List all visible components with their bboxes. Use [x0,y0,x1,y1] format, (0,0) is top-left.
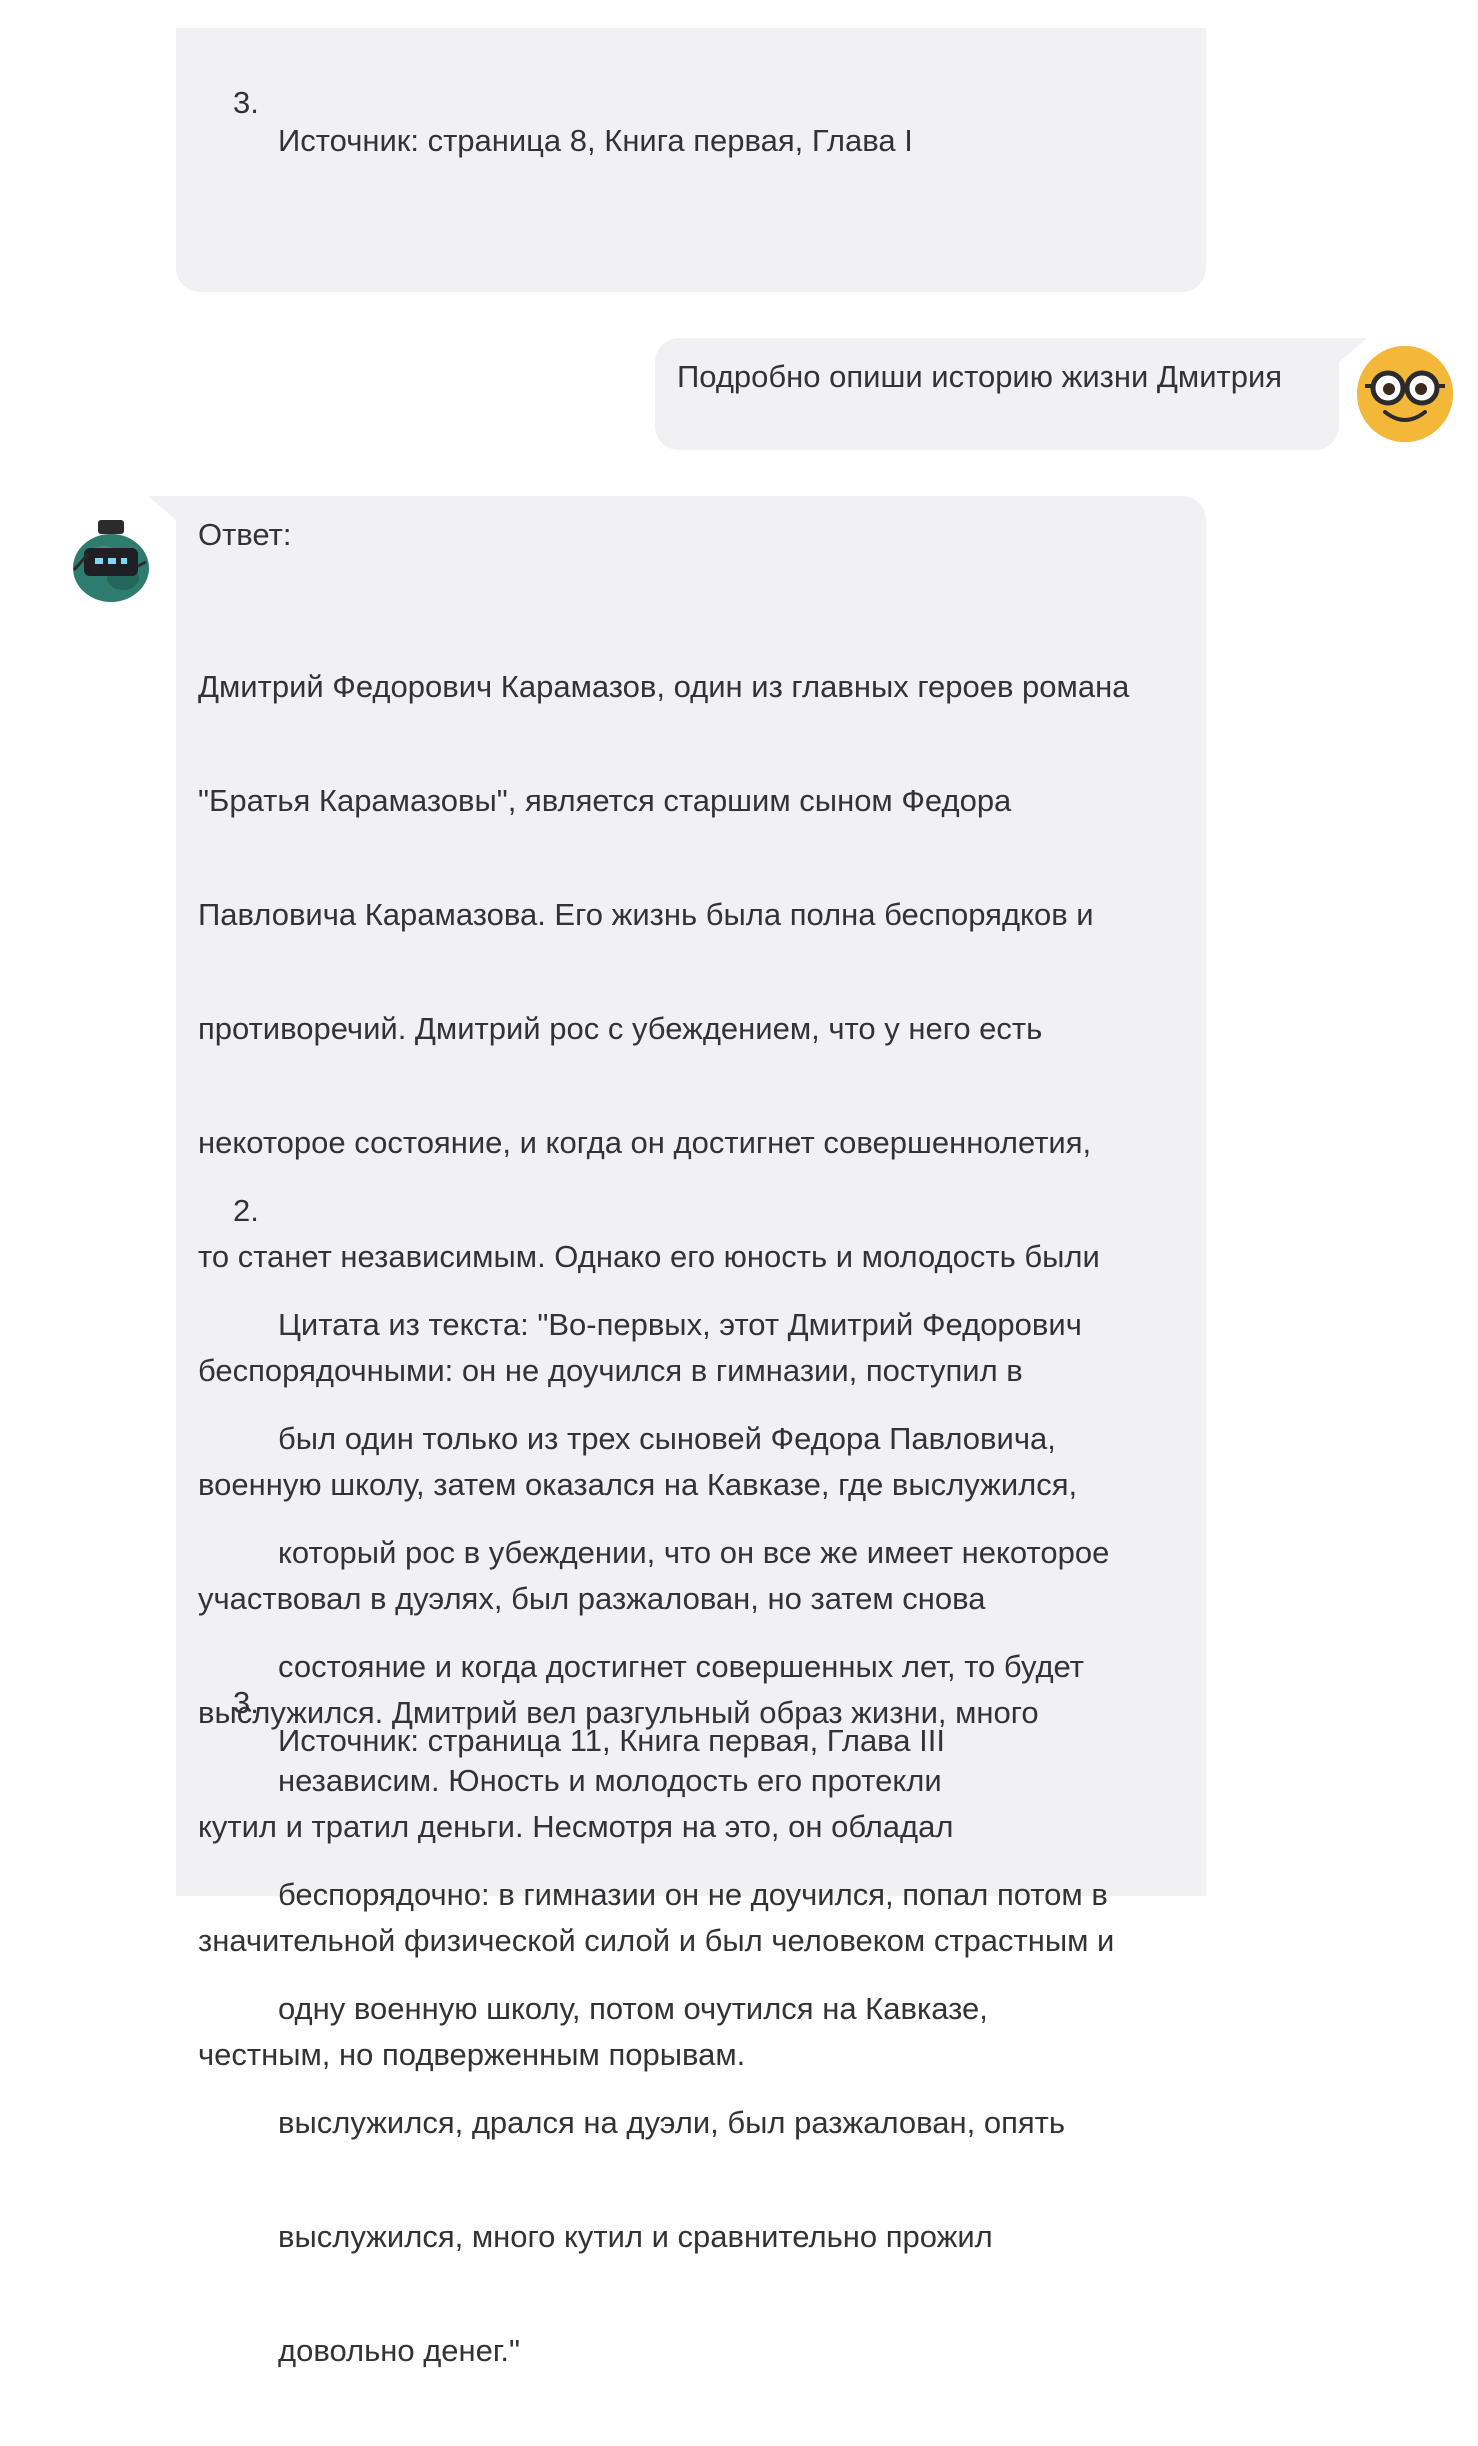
quote-line: который рос в убеждении, что он все же и… [278,1535,1110,1570]
nerd-face-icon [1357,346,1453,442]
quote-line: Цитата из текста: "Во-первых, этот Дмитр… [278,1307,1082,1342]
answer-heading: Ответ: [198,517,292,552]
quote-line: довольно денег." [278,2333,521,2368]
quote-line: беспорядочно: в гимназии он не доучился,… [278,1877,1108,1912]
user-message: Подробно опиши историю жизни Дмитрия [655,338,1367,450]
quote-line: был один только из трех сыновей Федора П… [278,1421,1056,1456]
list-item-number: 3. [233,85,259,120]
quote-line: одну военную школу, потом очутился на Ка… [278,1991,988,2026]
source-reference: Источник: страница 8, Книга первая, Глав… [278,123,913,158]
user-message-text: Подробно опиши историю жизни Дмитрия [677,359,1283,394]
list-item-number: 3. [233,1685,259,1720]
paragraph-line: противоречий. Дмитрий рос с убеждением, … [198,1011,1043,1046]
robot-icon [68,518,154,604]
paragraph-line: некоторое состояние, и когда он достигне… [198,1125,1092,1160]
quote-line: независим. Юность и молодость его протек… [278,1763,942,1798]
quote-block: Цитата из текста: "Во-первых, этот Дмитр… [278,1230,1109,2446]
paragraph-line: Дмитрий Федорович Карамазов, один из гла… [198,669,1130,704]
bot-message-previous: 3. Источник: страница 8, Книга первая, Г… [176,28,1206,292]
quote-line: состояние и когда достигнет совершенных … [278,1649,1084,1684]
list-item-number: 2. [233,1193,259,1228]
quote-line: выслужился, много кутил и сравнительно п… [278,2219,993,2254]
quote-line: выслужился, дрался на дуэли, был разжало… [278,2105,1065,2140]
bot-message: Ответ: Дмитрий Федорович Карамазов, один… [148,496,1206,2368]
paragraph-line: "Братья Карамазовы", является старшим сы… [198,783,1012,818]
paragraph-line: Павловича Карамазова. Его жизнь была пол… [198,897,1094,932]
source-reference: Источник: страница 11, Книга первая, Гла… [278,1723,945,1758]
